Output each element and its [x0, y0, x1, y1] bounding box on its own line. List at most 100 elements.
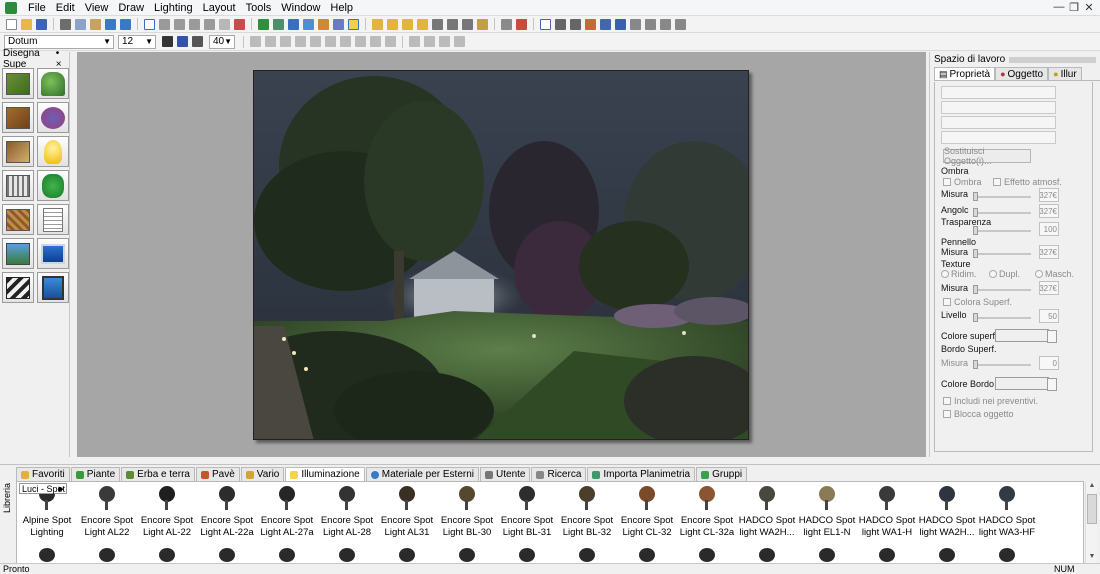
menu-help[interactable]: Help	[325, 2, 358, 14]
scroll-thumb[interactable]	[1087, 494, 1097, 524]
shadow-angle-slider[interactable]	[973, 208, 1031, 217]
zoom-out-icon[interactable]	[174, 18, 185, 30]
font-name-combo[interactable]: Dotum ▼	[4, 34, 114, 49]
texture-size-value[interactable]: -327€	[1039, 281, 1059, 295]
library-item[interactable]: Encore Spot Light AL-28	[317, 482, 377, 542]
library-item[interactable]	[137, 543, 197, 563]
close-button[interactable]: ✕	[1082, 1, 1096, 14]
space-v-icon[interactable]	[424, 36, 435, 47]
library-item[interactable]: Encore Spot Light BL-31	[497, 482, 557, 542]
garden-night-render[interactable]	[253, 70, 749, 440]
scale-icon[interactable]	[402, 18, 413, 30]
app-icon[interactable]	[5, 1, 17, 14]
paste-icon[interactable]	[90, 18, 101, 30]
transparency-value[interactable]: 100	[1039, 222, 1059, 236]
property-field-2[interactable]	[941, 101, 1056, 114]
pattern-tool-button[interactable]	[2, 204, 34, 235]
property-field-4[interactable]	[941, 131, 1056, 144]
library-item[interactable]: HADCO Spot light WA1-H	[857, 482, 917, 542]
library-item[interactable]	[317, 543, 377, 563]
document-tool-button[interactable]	[37, 204, 69, 235]
align-center-icon[interactable]	[265, 36, 276, 47]
restore-button[interactable]: ❐	[1067, 1, 1081, 14]
border-size-value[interactable]: 0	[1039, 356, 1059, 370]
curve-icon[interactable]	[615, 18, 626, 30]
polyline-icon[interactable]	[447, 18, 458, 30]
scroll-down-icon[interactable]: ▼	[1086, 553, 1098, 563]
tab-import-plan[interactable]: Importa Planimetria	[587, 467, 696, 481]
library-item[interactable]	[377, 543, 437, 563]
video-tool-button[interactable]	[2, 272, 34, 303]
size-combo[interactable]: 40 ▼	[209, 34, 235, 49]
edging-tool-button[interactable]	[2, 136, 34, 167]
level-slider[interactable]	[973, 313, 1031, 322]
photo-icon[interactable]	[288, 18, 299, 30]
panel-pin-close[interactable]: • ×	[56, 48, 66, 70]
shadow-angle-value[interactable]: -327€	[1039, 204, 1059, 218]
menu-view[interactable]: View	[80, 2, 114, 14]
library-scrollbar[interactable]: ▲ ▼	[1085, 482, 1097, 563]
refresh-icon[interactable]	[630, 18, 641, 30]
flip-icon[interactable]	[417, 18, 428, 30]
order-icon[interactable]	[355, 36, 366, 47]
scissors-icon[interactable]	[555, 18, 566, 30]
library-item[interactable]: Encore Spot Light CL-32	[617, 482, 677, 542]
menu-draw[interactable]: Draw	[113, 2, 149, 14]
surface-color-picker[interactable]	[995, 329, 1057, 343]
font-size-combo[interactable]: 12 ▼	[118, 34, 156, 49]
texture-mask-radio[interactable]: Masch.	[1035, 269, 1074, 279]
library-item[interactable]	[77, 543, 137, 563]
library-item[interactable]	[557, 543, 617, 563]
library-item[interactable]	[917, 543, 977, 563]
shadow-size-value[interactable]: -327€	[1039, 188, 1059, 202]
property-field-3[interactable]	[941, 116, 1056, 129]
cut-icon[interactable]	[60, 18, 71, 30]
tab-search[interactable]: Ricerca	[531, 467, 587, 481]
plant-tool-button[interactable]	[37, 68, 69, 99]
library-item[interactable]: Encore Spot Light CL-32a	[677, 482, 737, 542]
pen-icon[interactable]	[600, 18, 611, 30]
save-icon[interactable]	[36, 18, 47, 30]
atmos-effect-checkbox[interactable]: Effetto atmosf.	[993, 177, 1062, 187]
lock-object-checkbox[interactable]: Blocca oggetto	[943, 409, 1014, 419]
undo-icon[interactable]	[105, 18, 116, 30]
objects-tool-button[interactable]	[37, 102, 69, 133]
tab-groups[interactable]: Gruppi	[696, 467, 748, 481]
align-bottom-icon[interactable]	[325, 36, 336, 47]
library-item[interactable]: Encore Spot Light AL-22	[137, 482, 197, 542]
library-item[interactable]: Encore Spot Light BL-30	[437, 482, 497, 542]
library-item[interactable]	[737, 543, 797, 563]
photo-tool-button[interactable]	[2, 238, 34, 269]
library-item[interactable]	[977, 543, 1037, 563]
estimate-tool-button[interactable]	[37, 170, 69, 201]
rectangle-icon[interactable]	[540, 18, 551, 30]
texture-scale-radio[interactable]: Ridim.	[941, 269, 977, 279]
fence-tool-button[interactable]	[2, 170, 34, 201]
drawing-canvas[interactable]	[77, 52, 926, 457]
library-item[interactable]	[497, 543, 557, 563]
tab-favorites[interactable]: Favoriti	[16, 467, 70, 481]
grid-icon[interactable]	[454, 36, 465, 47]
same-size-icon[interactable]	[439, 36, 450, 47]
library-item[interactable]: HADCO Spot light EL1-N	[797, 482, 857, 542]
library-item[interactable]	[257, 543, 317, 563]
render-icon[interactable]	[333, 18, 344, 30]
space-h-icon[interactable]	[409, 36, 420, 47]
line-color-icon[interactable]	[177, 36, 188, 47]
redo-icon[interactable]	[120, 18, 131, 30]
align-middle-icon[interactable]	[310, 36, 321, 47]
replace-object-button[interactable]: Sostituisci Oggetto(i)...	[943, 146, 1031, 166]
rotate-icon[interactable]	[387, 18, 398, 30]
menu-lighting[interactable]: Lighting	[149, 2, 198, 14]
include-estimates-checkbox[interactable]: Includi nei preventivi.	[943, 396, 1038, 406]
trim-icon[interactable]	[570, 18, 581, 30]
line-icon[interactable]	[432, 18, 443, 30]
category-filter-dropdown[interactable]: Luci - Spot ▶	[19, 483, 67, 494]
texture-dupl-radio[interactable]: Dupl.	[989, 269, 1020, 279]
bring-front-icon[interactable]	[370, 36, 381, 47]
library-item[interactable]: Encore Spot Light AL-22a	[197, 482, 257, 542]
open-folder-icon[interactable]	[21, 18, 32, 30]
color-surface-checkbox[interactable]: Colora Superf.	[943, 297, 1012, 307]
zoom-window-icon[interactable]	[189, 18, 200, 30]
menu-edit[interactable]: Edit	[51, 2, 80, 14]
